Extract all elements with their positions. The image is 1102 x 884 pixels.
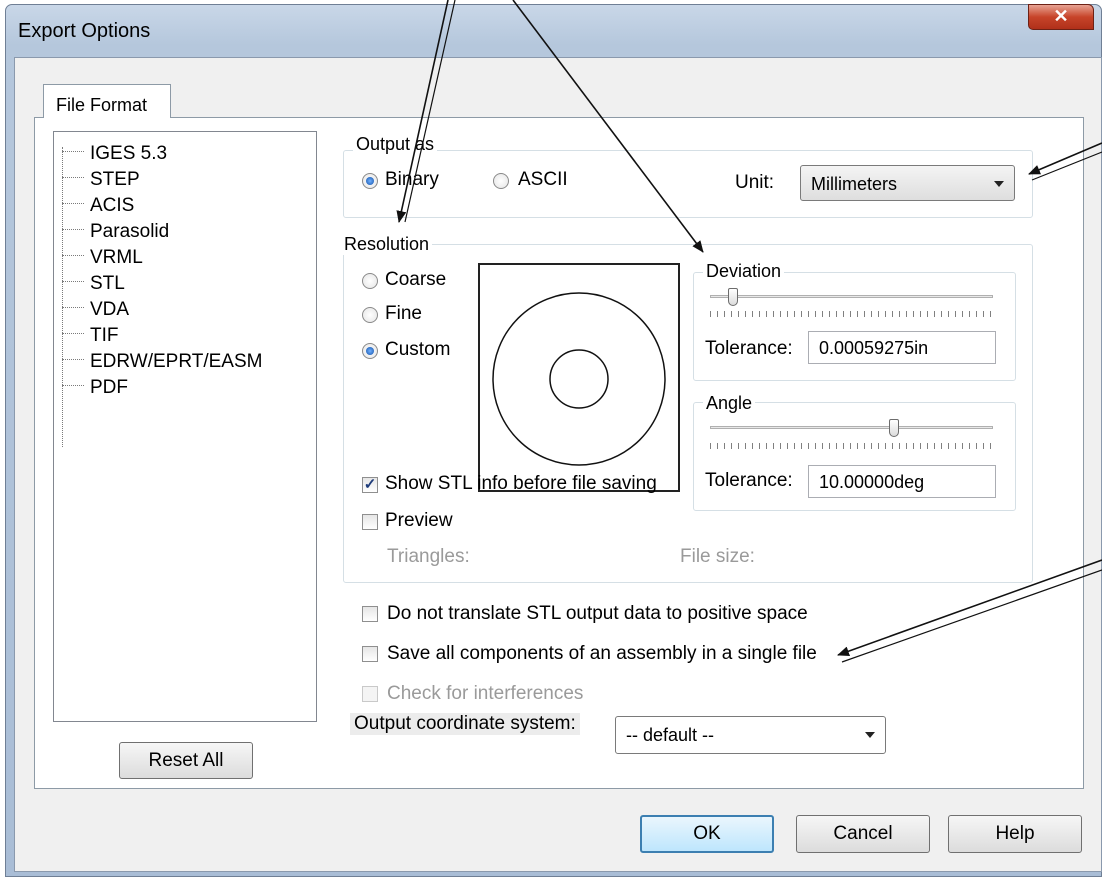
fine-label: Fine <box>385 303 422 324</box>
chevron-down-icon <box>994 181 1004 187</box>
window-title: Export Options <box>18 20 151 42</box>
deviation-tolerance-label: Tolerance: <box>705 338 793 359</box>
tree-item-label: EDRW/EPRT/EASM <box>90 351 263 372</box>
preview-label: Preview <box>385 510 453 531</box>
tree-item-label: IGES 5.3 <box>90 143 168 164</box>
angle-legend: Angle <box>703 393 756 414</box>
tab-file-format[interactable]: File Format <box>43 84 171 118</box>
tree-item-stl[interactable]: STL <box>54 273 125 295</box>
save-all-checkbox[interactable] <box>362 646 378 662</box>
custom-radio[interactable] <box>362 343 378 359</box>
unit-select-value: Millimeters <box>811 174 898 194</box>
coord-system-value: -- default -- <box>626 725 715 745</box>
preview-circles-graphic <box>492 292 666 466</box>
file-size-label: File size: <box>680 546 755 567</box>
coarse-radio[interactable] <box>362 273 378 289</box>
tree-item-label: VDA <box>90 299 130 320</box>
tree-item-step[interactable]: STEP <box>54 169 140 191</box>
deviation-slider-track[interactable] <box>710 295 993 298</box>
angle-tolerance-label: Tolerance: <box>705 470 793 491</box>
coarse-label: Coarse <box>385 269 447 290</box>
interference-label: Check for interferences <box>387 683 584 704</box>
show-info-checkbox[interactable]: ✓ <box>362 477 378 493</box>
triangles-label: Triangles: <box>387 546 470 567</box>
binary-radio[interactable] <box>362 173 378 189</box>
save-all-label: Save all components of an assembly in a … <box>387 643 817 664</box>
tree-item-parasolid[interactable]: Parasolid <box>54 221 169 243</box>
coord-system-label: Output coordinate system: <box>350 713 580 735</box>
angle-slider-track[interactable] <box>710 426 993 429</box>
tree-item-tif[interactable]: TIF <box>54 325 119 347</box>
tree-item-label: STEP <box>90 169 140 190</box>
ascii-radio[interactable] <box>493 173 509 189</box>
tree-connector-line <box>62 147 63 447</box>
tree-item-label: Parasolid <box>90 221 170 242</box>
tree-item-pdf[interactable]: PDF <box>54 377 128 399</box>
tree-item-label: VRML <box>90 247 143 268</box>
output-as-legend: Output as <box>353 134 438 155</box>
tree-item-acis[interactable]: ACIS <box>54 195 134 217</box>
no-translate-label: Do not translate STL output data to posi… <box>387 603 808 624</box>
show-info-label: Show STL info before file saving <box>385 473 657 494</box>
unit-label: Unit: <box>735 172 775 193</box>
preview-checkbox[interactable] <box>362 514 378 530</box>
tree-item-edrw[interactable]: EDRW/EPRT/EASM <box>54 351 262 373</box>
ascii-label: ASCII <box>518 169 568 190</box>
angle-slider-thumb[interactable] <box>888 419 899 437</box>
deviation-tolerance-field[interactable]: 0.00059275in <box>808 331 996 364</box>
unit-select[interactable]: Millimeters <box>800 165 1015 201</box>
ok-button[interactable]: OK <box>640 815 774 853</box>
format-tree[interactable]: IGES 5.3 STEP ACIS Parasolid VRML STL VD… <box>53 131 317 722</box>
tree-item-iges[interactable]: IGES 5.3 <box>54 143 167 165</box>
screenshot-stage: Export Options ✕ File Format IGES 5.3 ST… <box>0 0 1102 884</box>
interference-checkbox[interactable] <box>362 686 378 702</box>
angle-tolerance-field[interactable]: 10.00000deg <box>808 465 996 498</box>
deviation-legend: Deviation <box>703 261 785 282</box>
binary-label: Binary <box>385 169 439 190</box>
tree-item-label: ACIS <box>90 195 135 216</box>
deviation-slider-ticks <box>710 311 993 317</box>
tree-item-label: STL <box>90 273 125 294</box>
resolution-preview <box>478 263 680 492</box>
tree-item-vda[interactable]: VDA <box>54 299 129 321</box>
cancel-button[interactable]: Cancel <box>796 815 930 853</box>
deviation-group <box>693 272 1016 381</box>
no-translate-checkbox[interactable] <box>362 606 378 622</box>
reset-all-button[interactable]: Reset All <box>119 742 253 779</box>
custom-label: Custom <box>385 339 451 360</box>
close-icon: ✕ <box>1053 6 1069 26</box>
deviation-slider-thumb[interactable] <box>727 288 738 306</box>
fine-radio[interactable] <box>362 307 378 323</box>
help-button[interactable]: Help <box>948 815 1082 853</box>
outer-circle <box>492 292 666 466</box>
chevron-down-icon <box>865 732 875 738</box>
inner-circle <box>549 349 609 409</box>
tree-item-vrml[interactable]: VRML <box>54 247 143 269</box>
tree-item-label: TIF <box>90 325 119 346</box>
coord-system-select[interactable]: -- default -- <box>615 716 886 754</box>
close-button[interactable]: ✕ <box>1028 4 1094 30</box>
resolution-legend: Resolution <box>341 234 433 255</box>
tree-item-label: PDF <box>90 377 128 398</box>
angle-slider-ticks <box>710 443 993 449</box>
